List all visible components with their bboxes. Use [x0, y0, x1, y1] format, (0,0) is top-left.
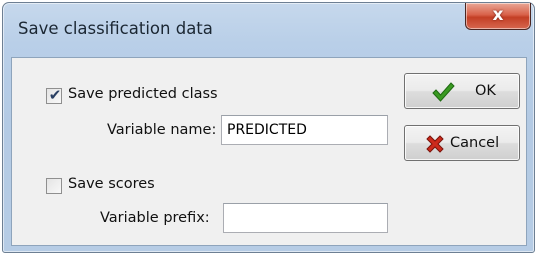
- variable-prefix-label: Variable prefix:: [100, 210, 210, 226]
- red-x-icon: [426, 135, 444, 153]
- save-scores-checkbox[interactable]: [46, 178, 62, 194]
- variable-name-label: Variable name:: [107, 122, 217, 138]
- dialog-body: ✔ Save predicted class Variable name: Sa…: [11, 57, 527, 246]
- close-button[interactable]: x: [465, 3, 531, 30]
- cancel-label: Cancel: [450, 135, 500, 151]
- variable-name-input[interactable]: [221, 115, 388, 145]
- ok-button[interactable]: OK: [404, 73, 520, 109]
- dialog-window: Save classification data x ✔ Save predic…: [2, 2, 535, 253]
- save-predicted-class-label[interactable]: Save predicted class: [68, 86, 218, 102]
- save-scores-label[interactable]: Save scores: [68, 176, 155, 192]
- cancel-button[interactable]: Cancel: [404, 125, 520, 161]
- green-check-icon: [432, 82, 455, 102]
- save-predicted-class-checkbox[interactable]: ✔: [46, 86, 62, 104]
- variable-prefix-input[interactable]: [223, 203, 388, 233]
- close-icon: x: [492, 5, 504, 25]
- ok-label: OK: [475, 83, 496, 99]
- dialog-title: Save classification data: [18, 19, 213, 38]
- title-bar[interactable]: Save classification data x: [3, 3, 534, 57]
- checkmark-icon: ✔: [48, 86, 62, 104]
